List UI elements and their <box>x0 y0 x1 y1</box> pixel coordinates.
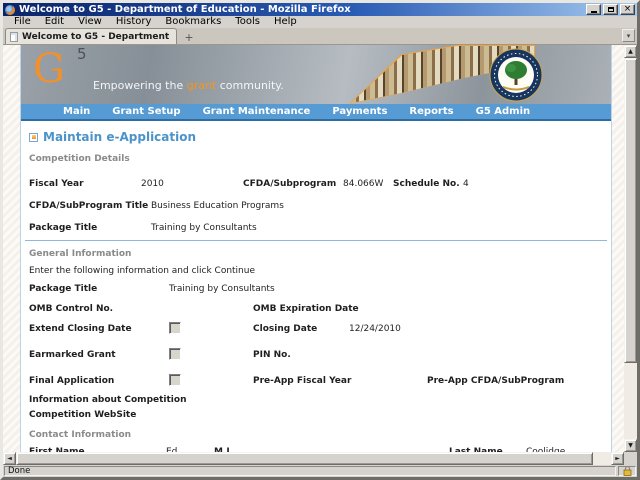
omb-expiration-label: OMB Expiration Date <box>253 304 359 314</box>
vertical-scrollbar[interactable]: ▲ ▼ <box>624 45 637 452</box>
tagline-prefix: Empowering the <box>93 79 187 92</box>
package-title-label: Package Title <box>29 223 98 233</box>
cfda-subprogram-label: CFDA/Subprogram <box>243 179 337 189</box>
final-application-checkbox[interactable] <box>169 374 181 386</box>
browser-viewport: G 5 Empowering the grant community. Main… <box>3 45 637 465</box>
scroll-left-button[interactable]: ◄ <box>3 452 16 465</box>
status-bar: Done <box>3 465 637 477</box>
restore-button[interactable] <box>603 4 618 15</box>
menu-bar: File Edit View History Bookmarks Tools H… <box>3 16 637 28</box>
scroll-right-button[interactable]: ► <box>611 452 624 465</box>
menu-view[interactable]: View <box>71 16 109 28</box>
list-all-tabs-button[interactable]: ▾ <box>622 29 635 42</box>
form-content: Maintain e-Application Competition Detai… <box>21 121 611 452</box>
instruction-text: Enter the following information and clic… <box>29 266 256 276</box>
cfda-title-value: Business Education Programs <box>151 201 284 211</box>
firefox-icon <box>5 4 15 15</box>
fiscal-year-value: 2010 <box>141 179 164 189</box>
page-content-column: G 5 Empowering the grant community. Main… <box>20 45 612 452</box>
restore-icon <box>607 7 614 12</box>
info-about-competition-label: Information about Competition <box>29 395 187 405</box>
horizontal-scrollbar[interactable]: ◄ ► <box>3 452 624 465</box>
nav-main[interactable]: Main <box>63 106 90 117</box>
tab-bar: Welcome to G5 - Department of Edu... + ▾ <box>3 28 637 45</box>
tagline-suffix: community. <box>216 79 284 92</box>
nav-grant-maintenance[interactable]: Grant Maintenance <box>203 106 311 117</box>
tab-title: Welcome to G5 - Department of Edu... <box>22 31 172 42</box>
banner-tagline: Empowering the grant community. <box>93 79 284 92</box>
competition-details-heading: Competition Details <box>29 154 130 164</box>
security-panel[interactable] <box>618 466 636 476</box>
minimize-button[interactable] <box>586 4 601 15</box>
g5-logo-5: 5 <box>77 45 87 63</box>
menu-file[interactable]: File <box>7 16 38 28</box>
schedule-no-label: Schedule No. <box>393 179 460 189</box>
cfda-subprogram-value: 84.066W <box>343 179 384 189</box>
window-title: Welcome to G5 - Department of Education … <box>19 4 351 15</box>
fiscal-year-label: Fiscal Year <box>29 179 84 189</box>
close-button[interactable]: × <box>620 4 635 15</box>
schedule-no-value: 4 <box>463 179 469 189</box>
menu-help[interactable]: Help <box>267 16 304 28</box>
general-information-heading: General Information <box>29 249 132 259</box>
form-icon <box>29 132 38 142</box>
extend-closing-label: Extend Closing Date <box>29 324 132 334</box>
tagline-accent: grant <box>186 79 217 92</box>
main-nav: Main Grant Setup Grant Maintenance Payme… <box>21 104 611 121</box>
scroll-up-button[interactable]: ▲ <box>624 45 637 58</box>
nav-payments[interactable]: Payments <box>332 106 387 117</box>
scroll-down-button[interactable]: ▼ <box>624 439 637 452</box>
omb-control-label: OMB Control No. <box>29 304 114 314</box>
scrollbar-corner <box>624 452 637 465</box>
tab-welcome-g5[interactable]: Welcome to G5 - Department of Edu... <box>5 28 177 44</box>
preapp-cfda-label: Pre-App CFDA/SubProgram <box>427 376 565 386</box>
closing-date-value: 12/24/2010 <box>349 324 401 334</box>
extend-closing-checkbox[interactable] <box>169 322 181 334</box>
closing-date-label: Closing Date <box>253 324 318 334</box>
nav-grant-setup[interactable]: Grant Setup <box>112 106 180 117</box>
pin-no-label: PIN No. <box>253 350 291 360</box>
menu-tools[interactable]: Tools <box>228 16 267 28</box>
status-text: Done <box>4 466 616 476</box>
nav-reports[interactable]: Reports <box>409 106 453 117</box>
lock-icon <box>623 466 631 476</box>
new-tab-button[interactable]: + <box>179 30 199 44</box>
page-icon <box>10 31 18 42</box>
competition-website-label: Competition WebSite <box>29 410 137 420</box>
minimize-icon <box>590 11 597 13</box>
vertical-scroll-thumb[interactable] <box>624 58 637 363</box>
earmarked-grant-label: Earmarked Grant <box>29 350 116 360</box>
final-application-label: Final Application <box>29 376 115 386</box>
general-package-title-value: Training by Consultants <box>169 284 275 294</box>
menu-history[interactable]: History <box>109 16 159 28</box>
horizontal-scroll-thumb[interactable] <box>16 452 593 465</box>
page-title: Maintain e-Application <box>29 130 196 144</box>
nav-g5-admin[interactable]: G5 Admin <box>476 106 531 117</box>
department-of-education-seal <box>489 48 543 102</box>
earmarked-grant-checkbox[interactable] <box>169 348 181 360</box>
cfda-title-label: CFDA/SubProgram Title <box>29 201 149 211</box>
menu-edit[interactable]: Edit <box>38 16 71 28</box>
page-background: G 5 Empowering the grant community. Main… <box>3 45 624 452</box>
package-title-value: Training by Consultants <box>151 223 257 233</box>
contact-information-heading: Contact Information <box>29 430 132 440</box>
page-title-text: Maintain e-Application <box>43 130 197 144</box>
g5-logo: G <box>33 46 65 92</box>
section-divider <box>25 240 607 241</box>
preapp-fiscal-year-label: Pre-App Fiscal Year <box>253 376 352 386</box>
firefox-window: Welcome to G5 - Department of Education … <box>0 0 640 480</box>
g5-banner: G 5 Empowering the grant community. <box>21 45 611 104</box>
title-bar[interactable]: Welcome to G5 - Department of Education … <box>3 3 637 16</box>
menu-bookmarks[interactable]: Bookmarks <box>158 16 228 28</box>
general-package-title-label: Package Title <box>29 284 98 294</box>
